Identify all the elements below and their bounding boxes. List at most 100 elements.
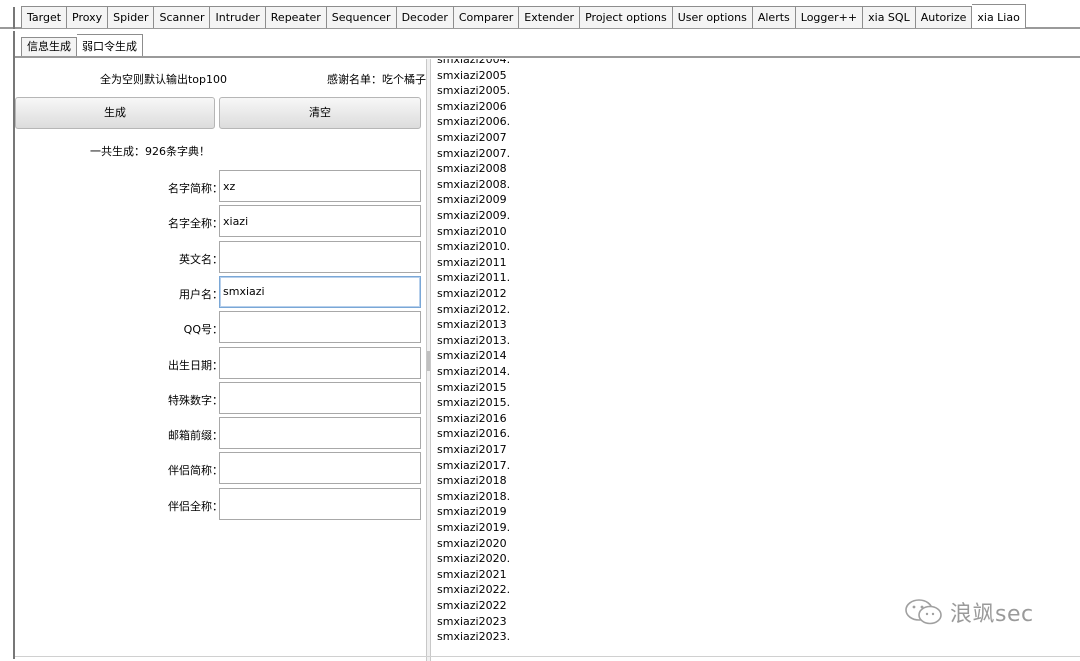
tab-intruder[interactable]: Intruder	[210, 6, 266, 28]
output-line: smxiazi2013	[437, 318, 507, 332]
email-prefix-label: 邮箱前缀：	[168, 429, 223, 443]
output-line: smxiazi2018.	[437, 489, 511, 503]
username-input[interactable]	[219, 275, 421, 308]
subtab-info-generate[interactable]: 信息生成	[21, 37, 77, 56]
english-name-label: 英文名：	[179, 252, 223, 266]
output-line: smxiazi2016	[437, 411, 507, 425]
output-line: smxiazi2007.	[437, 146, 511, 160]
sub-tab-divider	[15, 56, 1080, 58]
form-row-name-full: 名字全称：	[15, 205, 435, 239]
email-prefix-input[interactable]	[219, 417, 421, 450]
wechat-icon	[905, 599, 942, 625]
tab-decoder[interactable]: Decoder	[396, 6, 454, 28]
form-row-partner-short: 伴侣简称：	[15, 452, 435, 486]
output-line: smxiazi2011.	[437, 271, 511, 285]
tab-logger-[interactable]: Logger++	[795, 6, 864, 28]
qq-number-label: QQ号：	[183, 323, 223, 337]
name-short-input[interactable]	[219, 170, 421, 202]
username-label: 用户名：	[179, 287, 223, 301]
form-row-birth-date: 出生日期：	[15, 346, 435, 381]
output-line: smxiazi2010.	[437, 240, 511, 254]
qq-number-input[interactable]	[219, 311, 421, 344]
output-line: smxiazi2020	[437, 536, 507, 550]
output-line: smxiazi2022.	[437, 583, 511, 597]
output-line: smxiazi2005.	[437, 84, 511, 98]
generator-form-panel: 全为空则默认输出top100 感谢名单：吃个橘子 生成 清空 一共生成：926条…	[15, 59, 426, 661]
output-line: smxiazi2022	[437, 599, 507, 612]
partner-full-label: 伴侣全称：	[168, 499, 223, 513]
total-count-label: 一共生成：926条字典！	[90, 145, 210, 158]
top-tab-bar: Target Proxy Spider Scanner Intruder Repeater…	[0, 0, 1080, 29]
clear-button[interactable]: 清空	[219, 97, 421, 129]
form-row-special-number: 特殊数字：	[15, 381, 435, 416]
tab-bar-edge	[13, 7, 15, 29]
output-line: smxiazi2010	[437, 224, 507, 238]
tab-extender[interactable]: Extender	[519, 6, 581, 28]
output-line: smxiazi2013.	[437, 333, 511, 347]
form-row-partner-full: 伴侣全称：	[15, 487, 435, 522]
output-line: smxiazi2004.	[437, 59, 511, 66]
tab-target[interactable]: Target	[21, 6, 68, 28]
tab-repeater[interactable]: Repeater	[265, 6, 327, 28]
thanks-label: 感谢名单：吃个橘子	[327, 73, 426, 86]
top-tab-row: Target Proxy Spider Scanner Intruder Repeater…	[21, 4, 1026, 28]
tab-xia-liao[interactable]: xia Liao	[972, 4, 1026, 28]
output-line: smxiazi2007	[437, 131, 507, 144]
output-line: smxiazi2014	[437, 349, 507, 363]
form-row-qq-number: QQ号：	[15, 311, 435, 345]
form-row-username: 用户名：	[15, 275, 435, 310]
output-line: smxiazi2005	[437, 68, 507, 82]
name-full-label: 名字全称：	[168, 217, 223, 231]
watermark: 浪飒sec	[902, 596, 1034, 628]
form-row-english-name: 英文名：	[15, 240, 435, 275]
partner-short-input[interactable]	[219, 452, 421, 485]
tab-xia-sql[interactable]: xia SQL	[863, 6, 916, 28]
tab-proxy[interactable]: Proxy	[67, 6, 109, 28]
bottom-border	[15, 656, 1080, 657]
special-number-input[interactable]	[219, 381, 421, 414]
output-line: smxiazi2009	[437, 193, 507, 207]
output-line: smxiazi2015	[437, 380, 507, 394]
name-full-input[interactable]	[219, 205, 421, 238]
output-line: smxiazi2019	[437, 505, 507, 519]
output-line: smxiazi2006	[437, 99, 507, 113]
tab-spider[interactable]: Spider	[108, 6, 155, 28]
birth-date-label: 出生日期：	[168, 358, 223, 372]
form-row-email-prefix: 邮箱前缀：	[15, 417, 435, 451]
partner-full-input[interactable]	[219, 487, 421, 520]
special-number-label: 特殊数字：	[168, 393, 223, 407]
name-short-label: 名字简称：	[168, 182, 223, 195]
tab-user-options[interactable]: User options	[672, 6, 753, 28]
output-line: smxiazi2021	[437, 567, 507, 581]
sub-tab-bar: 信息生成 弱口令生成	[0, 31, 1080, 659]
birth-date-input[interactable]	[219, 346, 421, 379]
output-line: smxiazi2017	[437, 443, 507, 456]
output-line: smxiazi2011	[437, 255, 507, 269]
burp-window: Target Proxy Spider Scanner Intruder Repeater…	[0, 0, 1080, 661]
output-line: smxiazi2017.	[437, 458, 511, 472]
splitter-grip[interactable]	[427, 351, 430, 371]
subtab-weak-password-generate[interactable]: 弱口令生成	[77, 34, 143, 56]
watermark-text: 浪飒sec	[950, 602, 1034, 627]
tab-scanner[interactable]: Scanner	[154, 6, 211, 28]
output-line: smxiazi2014.	[437, 365, 511, 378]
output-line: smxiazi2006.	[437, 115, 511, 129]
tab-project-options[interactable]: Project options	[580, 6, 673, 28]
output-line: smxiazi2015.	[437, 396, 511, 410]
output-line: smxiazi2009.	[437, 209, 511, 222]
output-line: smxiazi2016.	[437, 427, 511, 441]
tab-comparer[interactable]: Comparer	[453, 6, 520, 28]
tab-alerts[interactable]: Alerts	[752, 6, 796, 28]
sub-tab-row: 信息生成 弱口令生成	[21, 34, 143, 56]
tab-sequencer[interactable]: Sequencer	[326, 6, 397, 28]
output-line: smxiazi2023	[437, 614, 507, 628]
default-hint-label: 全为空则默认输出top100	[100, 73, 228, 86]
output-line: smxiazi2012	[437, 287, 507, 300]
tab-autorize[interactable]: Autorize	[915, 6, 973, 28]
partner-short-label: 伴侣简称：	[168, 464, 223, 478]
output-line: smxiazi2018	[437, 474, 507, 488]
generate-button[interactable]: 生成	[15, 97, 215, 129]
output-line: smxiazi2008	[437, 162, 507, 176]
dictionary-output-area[interactable]: smxiazi2004. smxiazi2005 smxiazi2005. smxia…	[431, 59, 1080, 651]
english-name-input[interactable]	[219, 240, 421, 273]
